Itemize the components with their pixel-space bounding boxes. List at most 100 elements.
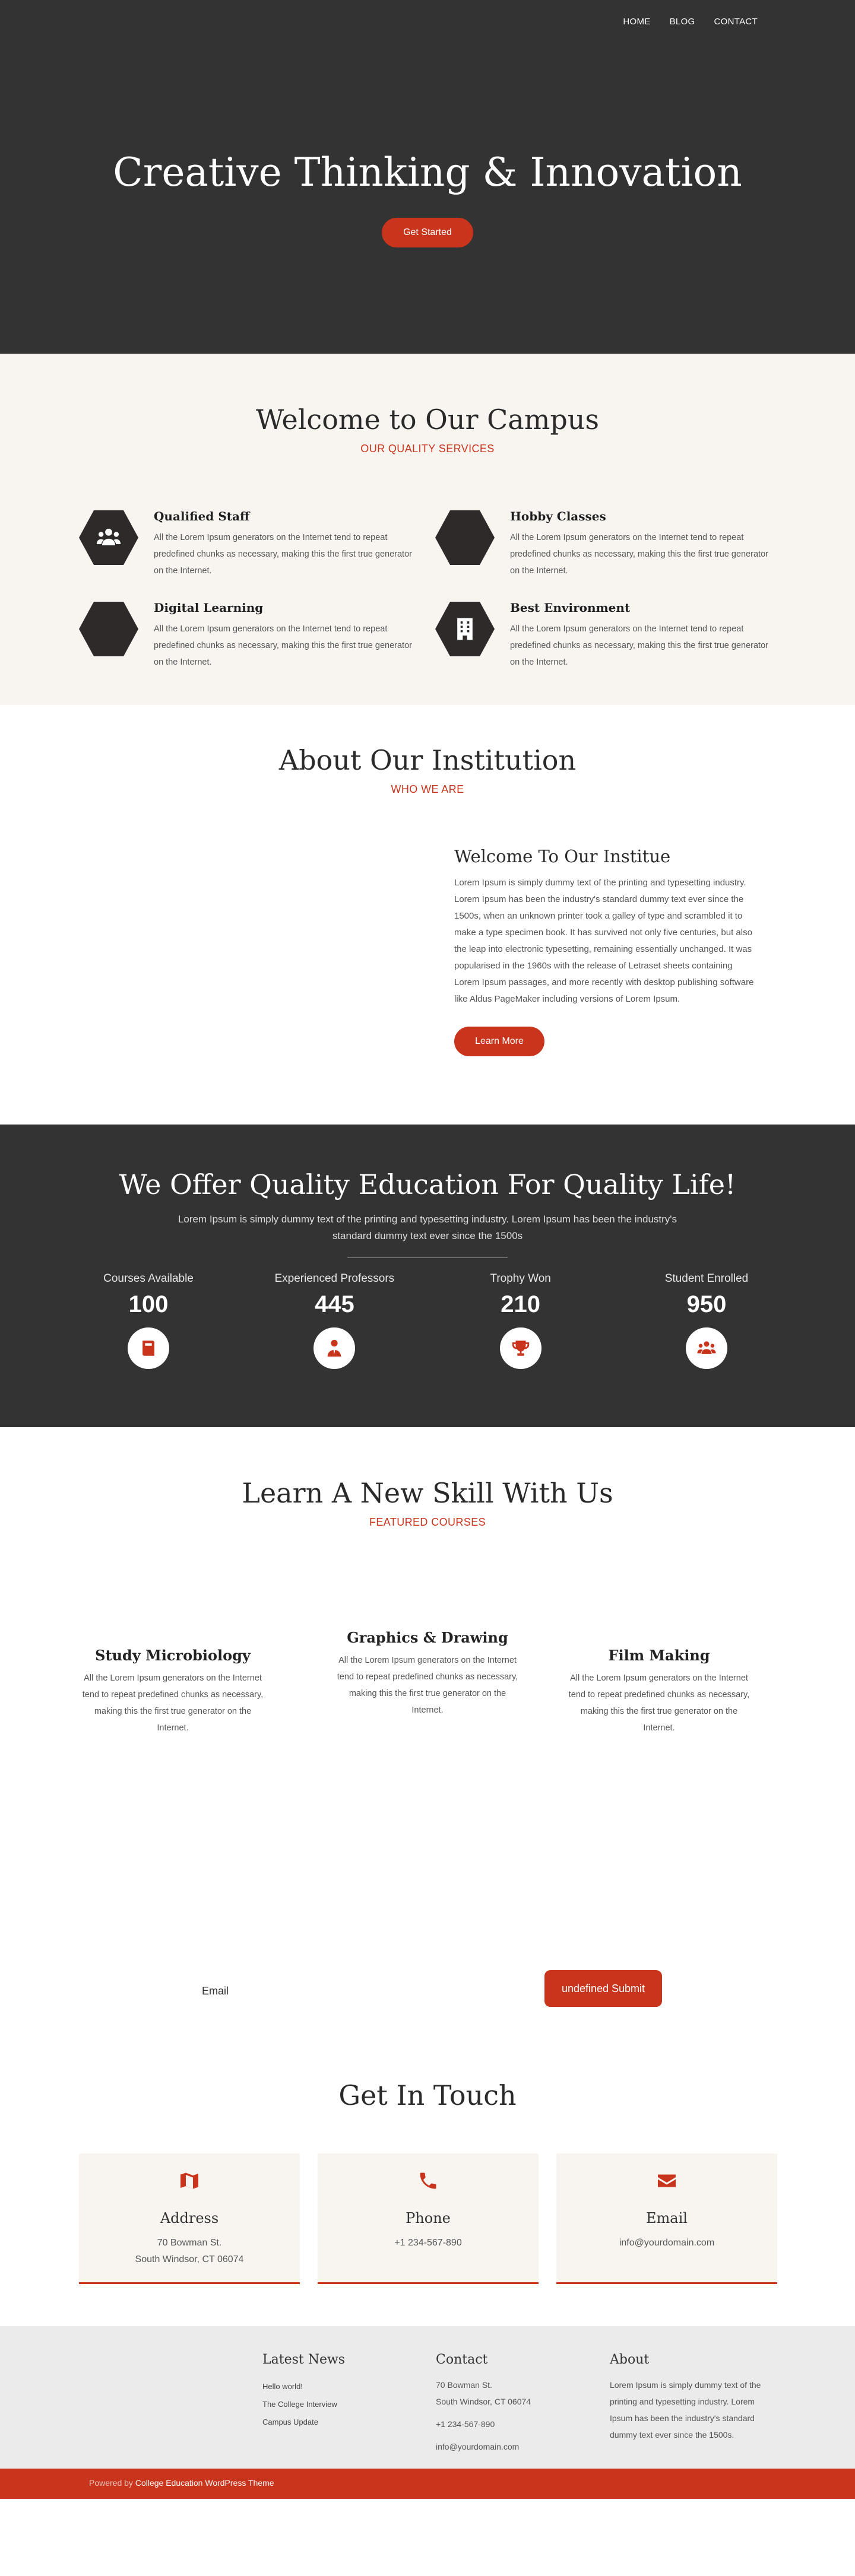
feature-item: Digital Learning All the Lorem Ipsum gen… [79, 599, 435, 671]
course-card[interactable]: Film Making All the Lorem Ipsum generato… [564, 1647, 754, 1736]
footer-about-text: Lorem Ipsum is simply dummy text of the … [610, 2380, 761, 2440]
contact-card-phone: Phone +1 234-567-890 [318, 2153, 539, 2284]
card-line: 70 Bowman St. [157, 2238, 222, 2248]
nav-blog-link[interactable]: BLOG [670, 17, 695, 27]
footer: Latest News Hello world! The College Int… [0, 2326, 855, 2469]
counter-item: Courses Available 100 [74, 1272, 223, 1369]
students-icon [685, 1327, 727, 1369]
credit: Powered by College Education WordPress T… [89, 2478, 274, 2488]
about-content: Welcome To Our Institue Lorem Ipsum is s… [454, 846, 760, 1056]
counter-value: 210 [501, 1291, 541, 1317]
counter-label: Courses Available [103, 1272, 194, 1285]
phone-icon [420, 2172, 436, 2189]
features-grid: Qualified Staff All the Lorem Ipsum gene… [79, 508, 780, 671]
get-started-button[interactable]: Get Started [382, 218, 473, 247]
skills-title: Learn A New Skill With Us [242, 1477, 613, 1509]
contact-card-email: Email info@yourdomain.com [556, 2153, 777, 2284]
campus-section: Welcome to Our Campus OUR QUALITY SERVIC… [0, 354, 855, 705]
counter-value: 950 [686, 1291, 727, 1317]
feature-item: Hobby Classes All the Lorem Ipsum genera… [435, 508, 780, 579]
news-link[interactable]: Hello world! [262, 2378, 423, 2396]
stats-title: We Offer Quality Education For Quality L… [119, 1168, 736, 1200]
about-subtitle: WHO WE ARE [391, 783, 464, 795]
newsletter-section: Email undefined Submit [0, 1970, 855, 2071]
about-title: About Our Institution [278, 744, 577, 776]
course-title: Study Microbiology [95, 1647, 251, 1664]
counter-item: Student Enrolled 950 [632, 1272, 781, 1369]
card-title: Address [160, 2210, 219, 2226]
course-title: Film Making [608, 1647, 710, 1664]
feature-item: Best Environment All the Lorem Ipsum gen… [435, 599, 780, 671]
about-heading: Welcome To Our Institue [454, 846, 671, 866]
feature-text: All the Lorem Ipsum generators on the In… [510, 624, 768, 667]
footer-address: 70 Bowman St. [436, 2380, 492, 2390]
footer-email[interactable]: info@yourdomain.com [436, 2438, 596, 2455]
book-icon [128, 1327, 169, 1369]
about-section: About Our Institution WHO WE ARE Welcome… [0, 705, 855, 1125]
main-nav: HOME BLOG CONTACT [623, 17, 758, 27]
nav-home-link[interactable]: HOME [623, 17, 650, 27]
course-text: All the Lorem Ipsum generators on the In… [568, 1673, 750, 1733]
course-card[interactable]: Study Microbiology All the Lorem Ipsum g… [78, 1647, 268, 1736]
card-line: South Windsor, CT 06074 [135, 2254, 244, 2264]
palette-icon [435, 510, 495, 565]
feature-text: All the Lorem Ipsum generators on the In… [154, 624, 412, 667]
footer-contact-title: Contact [436, 2352, 488, 2367]
campus-subtitle: OUR QUALITY SERVICES [360, 443, 495, 455]
nav-contact-link[interactable]: CONTACT [714, 17, 758, 27]
email-field[interactable]: Email [202, 1985, 229, 1997]
counter-item: Experienced Professors 445 [260, 1272, 408, 1369]
footer-about: About Lorem Ipsum is simply dummy text o… [610, 2352, 770, 2443]
map-icon [180, 2172, 198, 2189]
contact-card-address: Address 70 Bowman St. South Windsor, CT … [79, 2153, 300, 2284]
stats-text: Lorem Ipsum is simply dummy text of the … [178, 1214, 677, 1241]
course-card[interactable]: Graphics & Drawing All the Lorem Ipsum g… [332, 1629, 522, 1719]
news-link[interactable]: The College Interview [262, 2396, 423, 2413]
contact-cards: Address 70 Bowman St. South Windsor, CT … [79, 2153, 777, 2284]
about-text: Lorem Ipsum is simply dummy text of the … [454, 878, 754, 1004]
footer-phone: +1 234-567-890 [436, 2419, 495, 2429]
contact-section: Get In Touch Address 70 Bowman St. South… [0, 2071, 855, 2326]
professor-icon [314, 1327, 356, 1369]
bottom-bar: Powered by College Education WordPress T… [0, 2469, 855, 2499]
feature-title: Hobby Classes [510, 509, 606, 523]
card-line: +1 234-567-890 [394, 2238, 462, 2248]
counter-value: 445 [314, 1291, 354, 1317]
course-text: All the Lorem Ipsum generators on the In… [82, 1673, 264, 1733]
news-link[interactable]: Campus Update [262, 2413, 423, 2431]
credit-prefix: Powered by [89, 2478, 133, 2488]
contact-title: Get In Touch [338, 2079, 517, 2111]
skills-subtitle: FEATURED COURSES [369, 1516, 486, 1528]
skills-section: Learn A New Skill With Us FEATURED COURS… [0, 1427, 855, 1970]
hero-section: HOME BLOG CONTACT Creative Thinking & In… [0, 0, 855, 354]
submit-button[interactable]: undefined Submit [544, 1970, 662, 2007]
building-icon [435, 602, 495, 656]
campus-title: Welcome to Our Campus [255, 404, 600, 436]
users-icon [79, 510, 138, 565]
feature-title: Qualified Staff [154, 509, 250, 523]
footer-about-title: About [610, 2352, 650, 2367]
counter-value: 100 [128, 1291, 169, 1317]
feature-title: Digital Learning [154, 601, 264, 615]
counter-item: Trophy Won 210 [446, 1272, 595, 1369]
trophy-icon [499, 1327, 542, 1369]
hero-title: Creative Thinking & Innovation [113, 150, 742, 195]
course-text: All the Lorem Ipsum generators on the In… [337, 1656, 518, 1715]
learn-more-button[interactable]: Learn More [454, 1027, 544, 1056]
card-title: Phone [406, 2210, 451, 2226]
counter-label: Trophy Won [490, 1272, 551, 1285]
footer-news: Latest News Hello world! The College Int… [262, 2352, 423, 2431]
feature-text: All the Lorem Ipsum generators on the In… [154, 533, 412, 576]
feature-title: Best Environment [510, 601, 631, 615]
footer-contact: Contact 70 Bowman St. South Windsor, CT … [436, 2352, 596, 2455]
feature-item: Qualified Staff All the Lorem Ipsum gene… [79, 508, 435, 579]
counter-label: Student Enrolled [664, 1272, 749, 1285]
feature-text: All the Lorem Ipsum generators on the In… [510, 533, 768, 576]
credit-link[interactable]: College Education WordPress Theme [135, 2478, 274, 2488]
card-line: info@yourdomain.com [619, 2238, 715, 2248]
course-title: Graphics & Drawing [347, 1629, 508, 1646]
laptop-icon [79, 602, 138, 656]
stats-section: We Offer Quality Education For Quality L… [0, 1125, 855, 1427]
divider [347, 1257, 508, 1258]
footer-news-title: Latest News [262, 2352, 346, 2367]
